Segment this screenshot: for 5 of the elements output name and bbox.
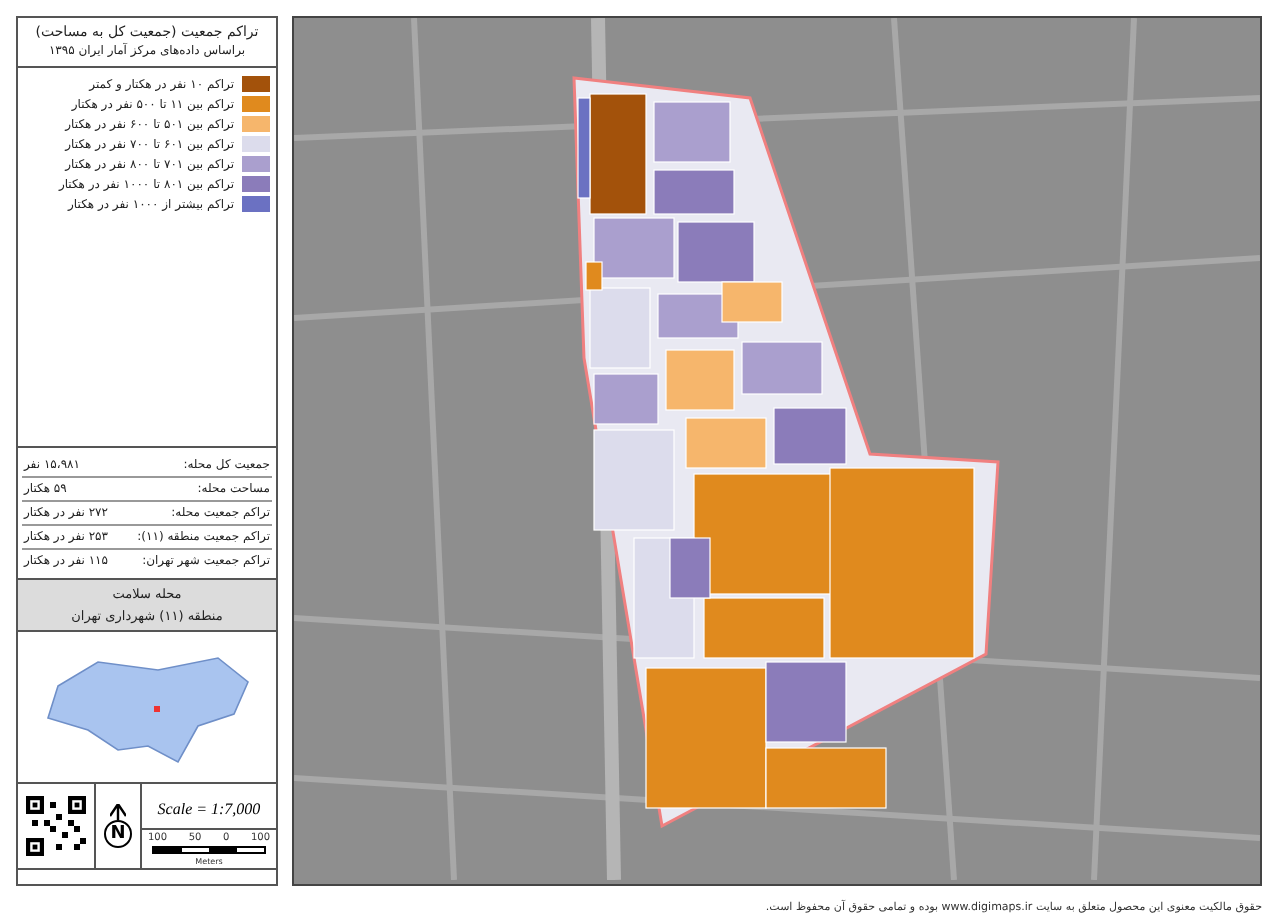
qr-code-icon — [26, 796, 86, 856]
north-arrow-icon — [110, 804, 126, 820]
scale-bar — [152, 846, 266, 854]
north-label: N — [104, 820, 132, 848]
scale-text: Scale = 1:7,000 — [142, 784, 276, 830]
